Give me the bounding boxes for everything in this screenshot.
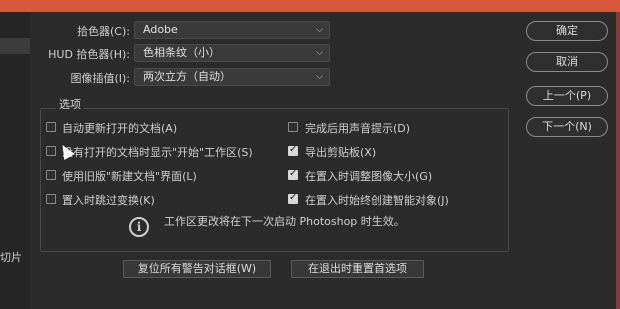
export-clipboard-label: 导出剪贴板(X)	[305, 146, 377, 159]
preferences-sidebar: 切片	[0, 12, 30, 309]
next-button[interactable]: 下一个(N)	[526, 117, 608, 137]
beep-when-done-label: 完成后用声音提示(D)	[305, 122, 411, 135]
skip-transform-label: 置入时跳过变换(K)	[62, 194, 155, 207]
auto-update-label: 自动更新打开的文档(A)	[62, 122, 178, 135]
title-bar	[0, 0, 620, 12]
info-icon: i	[129, 217, 149, 237]
chevron-down-icon: ⌵	[316, 25, 323, 35]
skip-transform-checkbox[interactable]	[46, 194, 56, 204]
workspace-change-notice: 工作区更改将在下一次启动 Photoshop 时生效。	[164, 215, 405, 228]
beep-when-done-checkbox[interactable]	[288, 122, 298, 132]
window-edge	[616, 12, 620, 309]
color-picker-label: 拾色器(C):	[77, 25, 130, 38]
hud-color-picker-label: HUD 拾色器(H):	[48, 48, 130, 61]
smart-object-on-place-checkbox[interactable]	[288, 192, 298, 204]
reset-warnings-button[interactable]: 复位所有警告对话框(W)	[123, 260, 271, 278]
show-start-workspace-checkbox[interactable]	[46, 146, 56, 156]
smart-object-on-place-label: 在置入时始终创建智能对象(J)	[305, 194, 449, 207]
image-interpolation-label: 图像插值(I):	[70, 72, 130, 85]
show-start-workspace-label: 没有打开的文档时显示"开始"工作区(S)	[62, 146, 253, 159]
color-picker-value: Adobe	[143, 23, 178, 36]
legacy-new-doc-label: 使用旧版"新建文档"界面(L)	[62, 170, 197, 183]
ok-button[interactable]: 确定	[526, 21, 608, 41]
chevron-down-icon: ⌵	[316, 72, 323, 82]
chevron-down-icon: ⌵	[316, 48, 323, 58]
image-interpolation-value: 两次立方（自动）	[143, 70, 231, 83]
resize-on-place-label: 在置入时调整图像大小(G)	[305, 170, 433, 183]
resize-on-place-checkbox[interactable]	[288, 168, 298, 180]
image-interpolation-select[interactable]: 两次立方（自动） ⌵	[134, 68, 330, 86]
auto-update-checkbox[interactable]	[46, 122, 56, 132]
sidebar-selected-item[interactable]	[0, 38, 30, 54]
legacy-new-doc-checkbox[interactable]	[46, 170, 56, 180]
prev-button[interactable]: 上一个(P)	[526, 86, 608, 106]
color-picker-select[interactable]: Adobe ⌵	[134, 21, 330, 39]
export-clipboard-checkbox[interactable]	[288, 144, 298, 156]
cancel-button[interactable]: 取消	[526, 52, 608, 72]
reset-on-quit-button[interactable]: 在退出时重置首选项	[291, 260, 424, 278]
options-group-title: 选项	[56, 96, 84, 112]
hud-color-picker-select[interactable]: 色相条纹（小） ⌵	[134, 44, 330, 62]
hud-color-picker-value: 色相条纹（小）	[143, 46, 220, 59]
sidebar-item-slices[interactable]: 切片	[0, 249, 22, 265]
